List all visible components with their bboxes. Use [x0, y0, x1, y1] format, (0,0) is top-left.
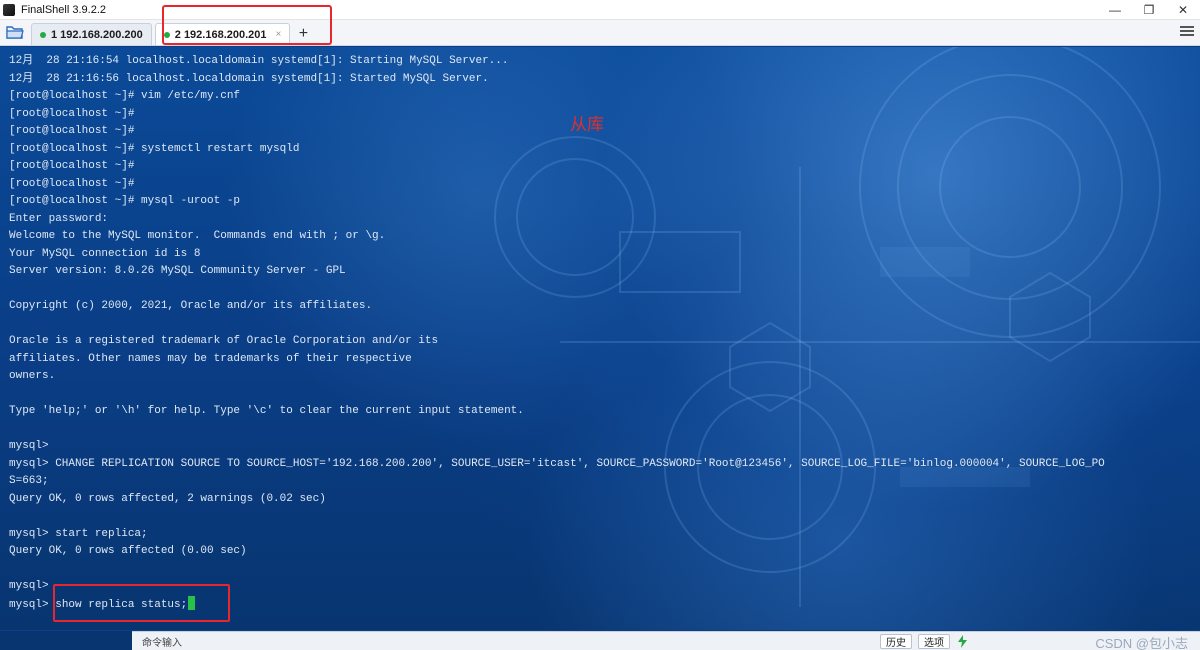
terminal-line: [root@localhost ~]# vim /etc/my.cnf	[9, 90, 241, 102]
terminal-line: S=663;	[9, 475, 49, 487]
terminal[interactable]: 12月 28 21:16:54 localhost.localdomain sy…	[0, 47, 1200, 630]
history-button[interactable]: 历史	[880, 634, 912, 649]
terminal-line: [root@localhost ~]#	[9, 177, 135, 190]
folder-icon	[6, 26, 24, 39]
connected-status-icon	[40, 31, 46, 38]
menu-icon	[1180, 26, 1194, 36]
options-button[interactable]: 选项	[918, 634, 950, 649]
app-icon	[3, 3, 15, 16]
session-tab-2[interactable]: 2 192.168.200.201 ×	[154, 23, 291, 45]
open-folder-button[interactable]	[2, 20, 28, 44]
terminal-line: mysql>	[9, 440, 49, 452]
tab-list-menu[interactable]	[1180, 25, 1194, 37]
minimize-button[interactable]: —	[1098, 0, 1132, 20]
terminal-line: Type 'help;' or '\h' for help. Type '\c'…	[9, 405, 524, 417]
terminal-line: owners.	[9, 370, 56, 382]
session-tab-label: 2 192.168.200.201	[174, 28, 267, 41]
terminal-line: Enter password:	[9, 212, 109, 225]
terminal-prompt: mysql>	[9, 598, 56, 611]
maximize-button[interactable]: ❐	[1132, 0, 1166, 20]
terminal-line: [root@localhost ~]# mysql -uroot -p	[9, 195, 241, 207]
terminal-line: affiliates. Other names may be trademark…	[9, 352, 412, 365]
watermark-text: CSDN @包小志	[1095, 636, 1188, 650]
terminal-line: Oracle is a registered trademark of Orac…	[9, 335, 439, 347]
title-bar: FinalShell 3.9.2.2 — ❐ ✕	[0, 0, 1200, 20]
session-tab-bar: 1 192.168.200.200 2 192.168.200.201 × +	[0, 20, 1200, 46]
add-tab-button[interactable]: +	[293, 23, 313, 45]
terminal-line: Welcome to the MySQL monitor. Commands e…	[9, 230, 386, 242]
lightning-icon[interactable]	[958, 635, 967, 648]
terminal-line: 12月 28 21:16:56 localhost.localdomain sy…	[9, 72, 489, 85]
terminal-line: [root@localhost ~]#	[9, 107, 135, 120]
command-highlight-box	[53, 584, 230, 622]
command-input-bar: 命令输入 历史 选项 CSDN @包小志	[132, 631, 1200, 650]
window-title: FinalShell 3.9.2.2	[21, 3, 106, 16]
close-button[interactable]: ✕	[1166, 0, 1200, 20]
connected-status-icon	[163, 31, 170, 38]
terminal-line: 12月 28 21:16:54 localhost.localdomain sy…	[9, 55, 509, 67]
terminal-output: 12月 28 21:16:54 localhost.localdomain sy…	[9, 53, 1105, 613]
terminal-line: mysql> CHANGE REPLICATION SOURCE TO SOUR…	[9, 457, 1105, 470]
terminal-line: [root@localhost ~]# systemctl restart my…	[9, 142, 300, 155]
terminal-line: Server version: 8.0.26 MySQL Community S…	[9, 265, 346, 277]
terminal-line: mysql> start replica;	[9, 527, 148, 540]
command-bar-spacer	[0, 631, 132, 650]
command-input-field[interactable]: 命令输入	[142, 634, 182, 649]
terminal-line: Query OK, 0 rows affected (0.00 sec)	[9, 545, 247, 557]
session-tab-1[interactable]: 1 192.168.200.200	[31, 23, 152, 45]
tab-close-icon[interactable]: ×	[276, 29, 282, 40]
annotation-label: 从库	[570, 115, 604, 135]
session-tab-label: 1 192.168.200.200	[51, 28, 143, 41]
terminal-line: Query OK, 0 rows affected, 2 warnings (0…	[9, 492, 326, 505]
terminal-line: [root@localhost ~]#	[9, 160, 135, 172]
terminal-line: [root@localhost ~]#	[9, 125, 135, 137]
terminal-line: Copyright (c) 2000, 2021, Oracle and/or …	[9, 300, 373, 312]
terminal-line: Your MySQL connection id is 8	[9, 247, 201, 260]
window-controls: — ❐ ✕	[1098, 0, 1200, 20]
